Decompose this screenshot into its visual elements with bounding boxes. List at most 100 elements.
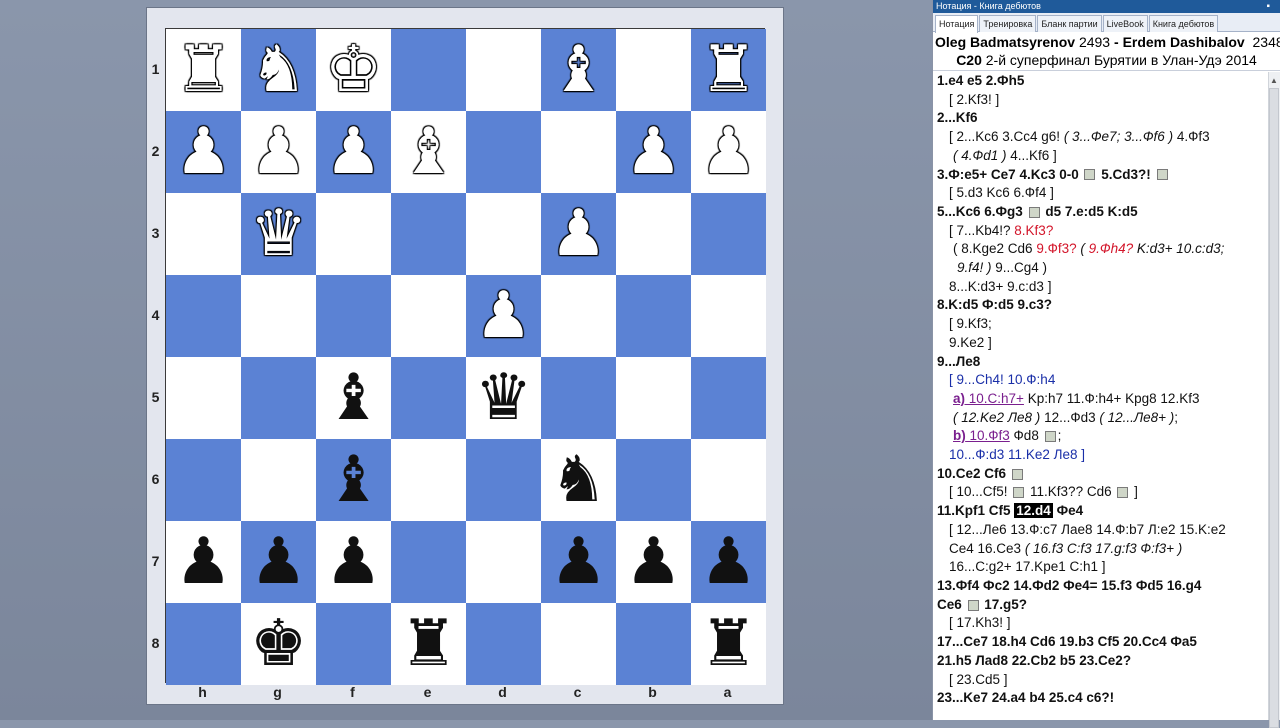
white-queen-icon[interactable]: ♛ (241, 193, 316, 275)
white-bishop-icon[interactable]: ♝ (391, 111, 466, 193)
notation-line[interactable]: a) 10.C:h7+ Kp:h7 11.Ф:h4+ Kpg8 12.Kf3 (937, 390, 1273, 409)
white-king-icon[interactable]: ♚ (316, 29, 391, 111)
black-pawn-icon[interactable]: ♟ (316, 521, 391, 603)
notation-line[interactable]: [ 9...Ch4! 10.Ф:h4 (937, 371, 1273, 390)
square-h3[interactable] (166, 193, 241, 275)
square-d7[interactable] (466, 521, 541, 603)
square-b4[interactable] (616, 275, 691, 357)
notation-line[interactable]: b) 10.Фf3 Фd8 ; (937, 427, 1273, 446)
square-g4[interactable] (241, 275, 316, 357)
notation-line[interactable]: [ 5.d3 Kc6 6.Фf4 ] (937, 184, 1273, 203)
white-rook-icon[interactable]: ♜ (166, 29, 241, 111)
tab-4[interactable]: Книга дебютов (1149, 15, 1219, 32)
black-king-icon[interactable]: ♚ (241, 603, 316, 685)
notation-line[interactable]: 2...Kf6 (937, 109, 1273, 128)
black-pawn-icon[interactable]: ♟ (691, 521, 766, 603)
square-e4[interactable] (391, 275, 466, 357)
square-f8[interactable] (316, 603, 391, 685)
notation-line[interactable]: [ 9.Kf3; (937, 315, 1273, 334)
white-pawn-icon[interactable]: ♟ (316, 111, 391, 193)
white-pawn-icon[interactable]: ♟ (541, 193, 616, 275)
notation-line[interactable]: [ 7...Kb4!? 8.Kf3? (937, 222, 1273, 241)
notation-line[interactable]: 17...Ce7 18.h4 Cd6 19.b3 Cf5 20.Cc4 Фa5 (937, 633, 1273, 652)
notation-line[interactable]: 21.h5 Лad8 22.Cb2 b5 23.Ce2? (937, 652, 1273, 671)
square-b1[interactable] (616, 29, 691, 111)
tab-2[interactable]: Бланк партии (1037, 15, 1101, 32)
square-e7[interactable] (391, 521, 466, 603)
square-f4[interactable] (316, 275, 391, 357)
notation-line[interactable]: 9...Лe8 (937, 353, 1273, 372)
white-pawn-icon[interactable]: ♟ (241, 111, 316, 193)
tab-1[interactable]: Тренировка (979, 15, 1036, 32)
square-b8[interactable] (616, 603, 691, 685)
square-e6[interactable] (391, 439, 466, 521)
notation-line[interactable]: [ 23.Cd5 ] (937, 671, 1273, 690)
notation-line[interactable]: Ce4 16.Ce3 ( 16.f3 C:f3 17.g:f3 Ф:f3+ ) (937, 540, 1273, 559)
black-bishop-icon[interactable]: ♝ (316, 439, 391, 521)
square-a4[interactable] (691, 275, 766, 357)
square-a5[interactable] (691, 357, 766, 439)
square-c4[interactable] (541, 275, 616, 357)
chess-board[interactable]: ♜♞♚♝♜♟♟♟♝♟♟♛♟♟♝♛♝♞♟♟♟♟♟♟♚♜♜ (165, 28, 765, 683)
black-pawn-icon[interactable]: ♟ (241, 521, 316, 603)
square-b5[interactable] (616, 357, 691, 439)
white-pawn-icon[interactable]: ♟ (616, 111, 691, 193)
square-e3[interactable] (391, 193, 466, 275)
square-h6[interactable] (166, 439, 241, 521)
square-h5[interactable] (166, 357, 241, 439)
white-pawn-icon[interactable]: ♟ (691, 111, 766, 193)
square-b3[interactable] (616, 193, 691, 275)
black-knight-icon[interactable]: ♞ (541, 439, 616, 521)
white-bishop-icon[interactable]: ♝ (541, 29, 616, 111)
square-d8[interactable] (466, 603, 541, 685)
square-d6[interactable] (466, 439, 541, 521)
square-f3[interactable] (316, 193, 391, 275)
notation-line[interactable]: ( 4.Фd1 ) 4...Kf6 ] (937, 147, 1273, 166)
square-e1[interactable] (391, 29, 466, 111)
square-c5[interactable] (541, 357, 616, 439)
scroll-up-icon[interactable]: ▲ (1268, 74, 1280, 88)
scroll-thumb[interactable] (1269, 88, 1279, 728)
notation-line[interactable]: 9.f4! ) 9...Cg4 ) (937, 259, 1273, 278)
square-h8[interactable] (166, 603, 241, 685)
square-g6[interactable] (241, 439, 316, 521)
square-h4[interactable] (166, 275, 241, 357)
notation-list[interactable]: 1.e4 e5 2.Фh5[ 2.Kf3! ]2...Kf6[ 2...Kc6 … (933, 72, 1273, 720)
square-c8[interactable] (541, 603, 616, 685)
notation-line[interactable]: 5...Kc6 6.Фg3 d5 7.e:d5 K:d5 (937, 203, 1273, 222)
square-a3[interactable] (691, 193, 766, 275)
square-d1[interactable] (466, 29, 541, 111)
notation-line[interactable]: 9.Ke2 ] (937, 334, 1273, 353)
square-b6[interactable] (616, 439, 691, 521)
black-rook-icon[interactable]: ♜ (691, 603, 766, 685)
black-pawn-icon[interactable]: ♟ (616, 521, 691, 603)
notation-line[interactable]: 8...K:d3+ 9.c:d3 ] (937, 278, 1273, 297)
notation-line[interactable]: 11.Kpf1 Cf5 12.d4 Фe4 (937, 502, 1273, 521)
notation-line[interactable]: [ 2.Kf3! ] (937, 91, 1273, 110)
square-d3[interactable] (466, 193, 541, 275)
black-queen-icon[interactable]: ♛ (466, 357, 541, 439)
black-bishop-icon[interactable]: ♝ (316, 357, 391, 439)
notation-line[interactable]: 13.Фf4 Фc2 14.Фd2 Фe4= 15.f3 Фd5 16.g4 (937, 577, 1273, 596)
white-pawn-icon[interactable]: ♟ (166, 111, 241, 193)
white-pawn-icon[interactable]: ♟ (466, 275, 541, 357)
white-rook-icon[interactable]: ♜ (691, 29, 766, 111)
notation-line[interactable]: [ 17.Kh3! ] (937, 614, 1273, 633)
notation-line[interactable]: 16...C:g2+ 17.Kpe1 C:h1 ] (937, 558, 1273, 577)
black-rook-icon[interactable]: ♜ (391, 603, 466, 685)
square-d2[interactable] (466, 111, 541, 193)
black-pawn-icon[interactable]: ♟ (541, 521, 616, 603)
close-icon[interactable]: ▪ (1266, 0, 1270, 13)
notation-line[interactable]: 23...Ke7 24.a4 b4 25.c4 c6?! (937, 689, 1273, 708)
notation-line[interactable]: 10...Ф:d3 11.Ke2 Лe8 ] (937, 446, 1273, 465)
black-pawn-icon[interactable]: ♟ (166, 521, 241, 603)
square-a6[interactable] (691, 439, 766, 521)
notation-line[interactable]: [ 10...Cf5! 11.Kf3?? Cd6 ] (937, 483, 1273, 502)
notation-line[interactable]: [ 2...Kc6 3.Cc4 g6! ( 3...Фe7; 3...Фf6 )… (937, 128, 1273, 147)
white-knight-icon[interactable]: ♞ (241, 29, 316, 111)
square-c2[interactable] (541, 111, 616, 193)
notation-line[interactable]: [ 12...Лe6 13.Ф:c7 Лae8 14.Ф:b7 Л:e2 15.… (937, 521, 1273, 540)
square-e5[interactable] (391, 357, 466, 439)
tab-3[interactable]: LiveBook (1103, 15, 1148, 32)
notation-line[interactable]: 3.Ф:e5+ Ce7 4.Kc3 0-0 5.Cd3?! (937, 166, 1273, 185)
